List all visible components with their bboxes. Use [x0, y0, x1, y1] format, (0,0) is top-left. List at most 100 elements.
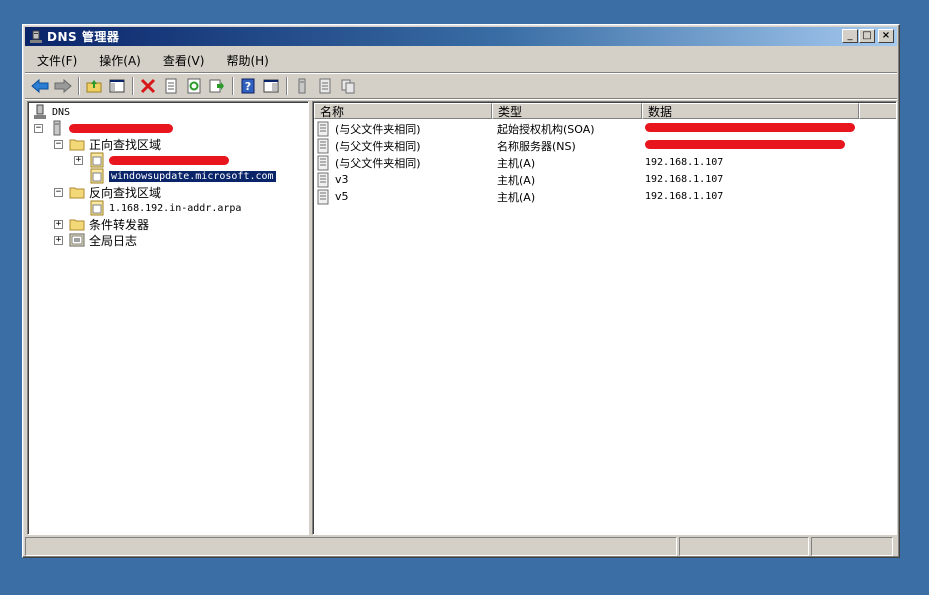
folder-up-icon: [86, 80, 102, 93]
tree-item-zone-redacted[interactable]: +: [74, 152, 229, 168]
redaction-mark: [645, 140, 845, 149]
tree-label-global-logs: 全局日志: [89, 233, 138, 248]
show-action-pane-button[interactable]: [260, 76, 282, 96]
minimize-button[interactable]: _: [842, 29, 858, 43]
server-icon: [298, 78, 306, 94]
expand-icon[interactable]: +: [54, 219, 63, 229]
help-button[interactable]: ?: [237, 76, 259, 96]
redaction-mark: [109, 155, 229, 165]
menu-help[interactable]: 帮助(H): [220, 50, 274, 71]
help-icon: ?: [241, 78, 255, 94]
console-tree[interactable]: DNS − − 正向查找区域 + windowsupdate.microsoft…: [27, 101, 309, 535]
menu-view[interactable]: 查看(V): [157, 50, 211, 71]
expand-icon[interactable]: +: [54, 235, 63, 245]
forward-arrow-icon: [54, 78, 72, 94]
update-server-data-button[interactable]: [291, 76, 313, 96]
record-data: 192.168.1.107: [645, 174, 724, 185]
record-type: 主机(A): [497, 190, 536, 204]
record-name: (与父文件夹相同): [335, 139, 421, 153]
tree-item-reverse-zone[interactable]: − 反向查找区域: [54, 184, 161, 200]
record-icon: [317, 155, 329, 170]
event-log-icon: [69, 233, 85, 247]
console-tree-icon: [109, 79, 125, 93]
window-title: DNS 管理器: [47, 30, 120, 44]
record-type: 主机(A): [497, 156, 536, 170]
record-icon: [317, 189, 329, 204]
tree-item-server[interactable]: −: [34, 120, 173, 136]
record-name: v3: [335, 173, 349, 186]
title-bar[interactable]: DNS 管理器 _ □ ×: [25, 27, 897, 46]
record-icon: [317, 172, 329, 187]
folder-icon: [69, 187, 85, 199]
record-type: 起始授权机构(SOA): [497, 122, 595, 136]
tree-item-windowsupdate[interactable]: windowsupdate.microsoft.com: [89, 168, 276, 184]
tree-item-dns[interactable]: DNS: [32, 104, 70, 120]
tree-label-windowsupdate: windowsupdate.microsoft.com: [109, 170, 276, 182]
list-button[interactable]: [314, 76, 336, 96]
redaction-mark: [69, 123, 173, 133]
delete-x-icon: [140, 78, 156, 94]
properties-button[interactable]: [160, 76, 182, 96]
action-pane-icon: [263, 79, 279, 93]
folder-icon: [69, 219, 85, 231]
toolbar-separator-line: [25, 98, 897, 100]
record-icon: [317, 138, 329, 153]
record-data: 192.168.1.107: [645, 157, 724, 168]
record-data: 192.168.1.107: [645, 191, 724, 202]
close-icon: ×: [881, 30, 891, 41]
close-button[interactable]: ×: [878, 29, 894, 43]
back-button[interactable]: [29, 76, 51, 96]
collapse-icon[interactable]: −: [54, 139, 63, 149]
status-panel-right: [811, 537, 893, 556]
maximize-button[interactable]: □: [859, 29, 875, 43]
collapse-icon[interactable]: −: [34, 123, 43, 133]
record-name: v5: [335, 190, 349, 203]
up-level-button[interactable]: [83, 76, 105, 96]
table-row[interactable]: v5 主机(A) 192.168.1.107: [315, 188, 873, 205]
expand-icon[interactable]: +: [74, 155, 83, 165]
table-row[interactable]: (与父文件夹相同) 名称服务器(NS): [315, 137, 873, 154]
copy-icon: [341, 79, 355, 94]
menu-file[interactable]: 文件(F): [31, 50, 83, 71]
export-list-button[interactable]: [206, 76, 228, 96]
column-header-name[interactable]: 名称: [314, 103, 492, 119]
delete-button[interactable]: [137, 76, 159, 96]
status-panel-middle: [679, 537, 809, 556]
table-row[interactable]: v3 主机(A) 192.168.1.107: [315, 171, 873, 188]
tree-item-forward-zone[interactable]: − 正向查找区域: [54, 136, 161, 152]
redaction-mark: [645, 123, 855, 132]
show-hide-tree-button[interactable]: [106, 76, 128, 96]
column-header-empty: [859, 103, 896, 119]
record-list[interactable]: 名称 类型 数据 (与父文件夹相同) 起始授权机构(SOA) (与父文件夹相同)…: [312, 101, 897, 535]
table-row[interactable]: (与父文件夹相同) 主机(A) 192.168.1.107: [315, 154, 873, 171]
record-type: 主机(A): [497, 173, 536, 187]
tree-item-reverse-child[interactable]: 1.168.192.in-addr.arpa: [89, 200, 241, 216]
menu-action[interactable]: 操作(A): [93, 50, 147, 71]
toolbar-separator: [132, 77, 134, 95]
tree-label-dns: DNS: [52, 106, 71, 118]
record-type: 名称服务器(NS): [497, 139, 576, 153]
minimize-icon: _: [847, 30, 853, 41]
toolbar-separator: [78, 77, 80, 95]
tree-item-conditional-forwarders[interactable]: + 条件转发器: [54, 216, 149, 232]
tree-item-global-logs[interactable]: + 全局日志: [54, 232, 137, 248]
record-icon: [317, 121, 329, 136]
collapse-icon[interactable]: −: [54, 187, 63, 197]
export-icon: [209, 79, 224, 93]
record-name: (与父文件夹相同): [335, 156, 421, 170]
dns-server-icon: [34, 104, 46, 119]
column-header-type[interactable]: 类型: [492, 103, 642, 119]
table-row[interactable]: (与父文件夹相同) 起始授权机构(SOA): [315, 120, 873, 137]
back-arrow-icon: [31, 78, 49, 94]
column-header-data[interactable]: 数据: [642, 103, 859, 119]
maximize-icon: □: [862, 30, 872, 41]
toolbar-separator: [232, 77, 234, 95]
tree-label-conditional-forwarders: 条件转发器: [89, 217, 150, 232]
svg-text:?: ?: [245, 80, 251, 93]
copy-button[interactable]: [337, 76, 359, 96]
list-icon: [319, 78, 331, 94]
status-bar: [25, 537, 897, 556]
refresh-button[interactable]: [183, 76, 205, 96]
forward-button[interactable]: [52, 76, 74, 96]
list-header: 名称 类型 数据: [314, 103, 896, 119]
